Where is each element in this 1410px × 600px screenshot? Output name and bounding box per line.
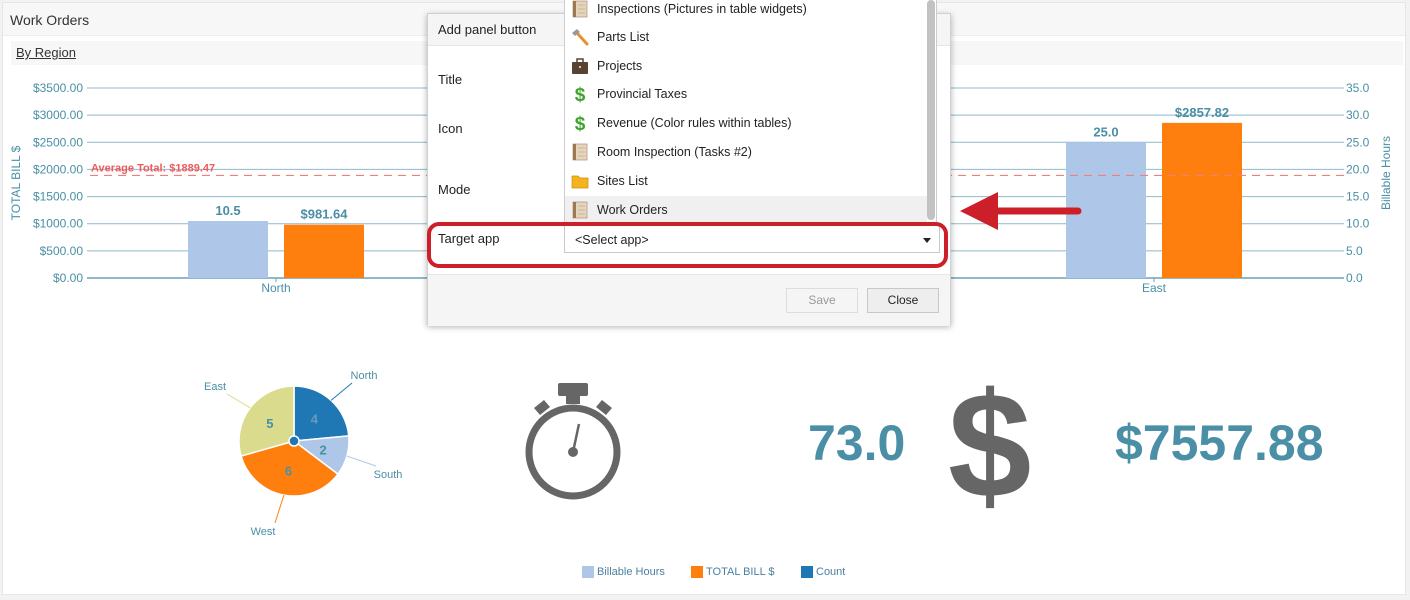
y-tick-label: $0.00 bbox=[53, 271, 83, 285]
option-inspections[interactable]: Inspections (Pictures in table widgets) bbox=[565, 0, 927, 23]
pie-leader-line bbox=[330, 382, 353, 401]
y2-tick-label: 15.0 bbox=[1346, 190, 1370, 204]
option-sites-list[interactable]: Sites List bbox=[565, 167, 927, 195]
folder-icon bbox=[571, 175, 589, 189]
y2-tick-label: 30.0 bbox=[1346, 108, 1370, 122]
pie-slice-north[interactable] bbox=[293, 385, 350, 442]
y2-axis-title: Billable Hours bbox=[1379, 136, 1393, 210]
dialog-footer: Save Close bbox=[428, 274, 950, 326]
y2-tick-label: 35.0 bbox=[1346, 81, 1370, 95]
y2-tick-label: 10.0 bbox=[1346, 217, 1370, 231]
pie-leader-line bbox=[226, 393, 251, 409]
save-button[interactable]: Save bbox=[786, 288, 858, 313]
stopwatch-icon bbox=[525, 383, 621, 500]
legend-label: Billable Hours bbox=[597, 566, 665, 578]
y2-tick-label: 0.0 bbox=[1346, 271, 1363, 285]
notepad-icon bbox=[572, 0, 588, 18]
y-tick-label: $2500.00 bbox=[33, 135, 83, 149]
pie-category-label: West bbox=[251, 526, 276, 538]
legend-label: Count bbox=[816, 566, 846, 578]
dollar-icon: $ bbox=[948, 361, 1032, 529]
pie-value-label: 2 bbox=[319, 442, 326, 457]
y-tick-label: $2000.00 bbox=[33, 162, 83, 176]
annotation-arrow-icon bbox=[960, 192, 1082, 230]
notepad-icon bbox=[572, 201, 588, 219]
option-room-inspection[interactable]: Room Inspection (Tasks #2) bbox=[565, 138, 927, 166]
icon-label: Icon bbox=[438, 121, 463, 136]
option-work-orders[interactable]: Work Orders bbox=[565, 196, 927, 223]
pie-value-label: 5 bbox=[266, 416, 273, 431]
y2-tick-label: 20.0 bbox=[1346, 162, 1370, 176]
x-tick-label: North bbox=[261, 281, 290, 295]
bar-label: 25.0 bbox=[1093, 124, 1118, 139]
bar-total-bill-north bbox=[284, 224, 364, 278]
annotation-highlight-box bbox=[427, 222, 948, 268]
kpi-bill-total: $7557.88 bbox=[1115, 415, 1324, 471]
dialog-title: Add panel button bbox=[438, 22, 537, 37]
legend-swatch bbox=[582, 566, 594, 578]
kpi-hours-total: 73.0 bbox=[808, 415, 906, 471]
bar-label: $2857.82 bbox=[1175, 105, 1229, 120]
y2-tick-label: 25.0 bbox=[1346, 135, 1370, 149]
pie-leader-line bbox=[274, 494, 285, 524]
pie-category-label: South bbox=[374, 469, 403, 481]
bar-label: 10.5 bbox=[215, 203, 240, 218]
dollar-icon: $ bbox=[575, 85, 586, 103]
svg-text:$: $ bbox=[575, 85, 586, 103]
target-app-dropdown-list[interactable]: Inspections (Pictures in table widgets) … bbox=[564, 0, 937, 224]
pie-leader-line bbox=[346, 455, 377, 467]
mode-label: Mode bbox=[438, 182, 471, 197]
svg-text:$: $ bbox=[575, 114, 586, 132]
legend-swatch bbox=[691, 566, 703, 578]
average-line-label: Average Total: $1889.47 bbox=[91, 162, 215, 174]
y-tick-label: $500.00 bbox=[40, 244, 84, 258]
option-parts-list[interactable]: Parts List bbox=[565, 23, 927, 51]
title-label: Title bbox=[438, 72, 463, 87]
option-provincial-taxes[interactable]: $ Provincial Taxes bbox=[565, 80, 927, 108]
close-button[interactable]: Close bbox=[867, 288, 939, 313]
y-tick-label: $3500.00 bbox=[33, 81, 83, 95]
bar-total-bill-east bbox=[1162, 122, 1242, 278]
y-tick-label: $3000.00 bbox=[33, 108, 83, 122]
pie-category-label: North bbox=[351, 370, 378, 382]
pie-value-label: 4 bbox=[311, 412, 319, 427]
briefcase-icon bbox=[572, 58, 588, 74]
option-projects[interactable]: Projects bbox=[565, 52, 927, 80]
pie-value-label: 6 bbox=[285, 464, 292, 479]
y-tick-label: $1500.00 bbox=[33, 190, 83, 204]
bar-label: $981.64 bbox=[301, 207, 349, 222]
y-tick-label: $1000.00 bbox=[33, 217, 83, 231]
legend-swatch bbox=[801, 566, 813, 578]
legend-label: TOTAL BILL $ bbox=[706, 566, 775, 578]
y2-tick-label: 5.0 bbox=[1346, 244, 1363, 258]
pie-center-dot bbox=[288, 435, 300, 447]
dropdown-scrollbar[interactable] bbox=[927, 0, 935, 220]
pie-category-label: East bbox=[204, 381, 226, 393]
option-revenue[interactable]: $ Revenue (Color rules within tables) bbox=[565, 109, 927, 137]
notepad-icon bbox=[572, 143, 588, 161]
dollar-icon: $ bbox=[575, 114, 586, 132]
x-tick-label: East bbox=[1142, 281, 1167, 295]
bar-billable-hours-north bbox=[188, 221, 268, 278]
hammer-icon bbox=[572, 29, 589, 46]
y-axis-title: TOTAL BILL $ bbox=[9, 145, 23, 220]
